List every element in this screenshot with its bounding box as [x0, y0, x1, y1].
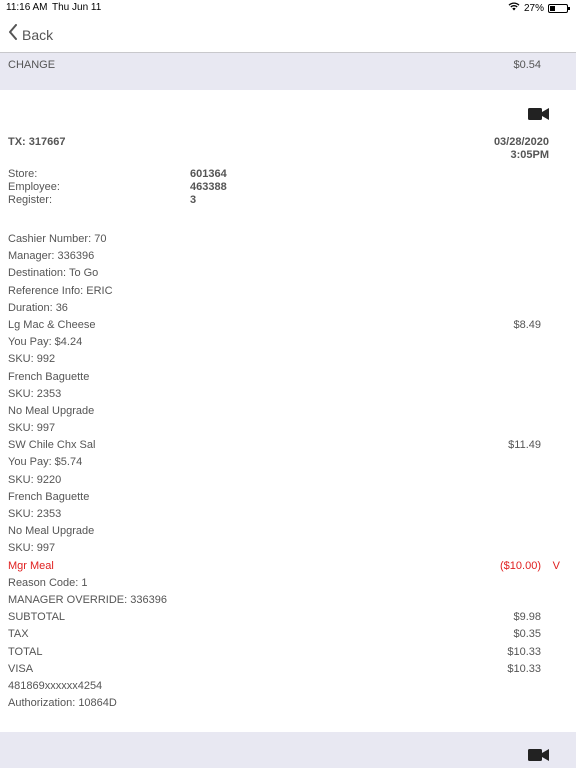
receipt-line-text: Mgr Meal: [8, 559, 54, 572]
receipt-line: Authorization: 10864D: [8, 697, 568, 714]
receipt-line-text: SKU: 997: [8, 422, 56, 435]
register-label: Register:: [8, 194, 53, 206]
receipt-line-text: MANAGER OVERRIDE: 336396: [8, 593, 167, 606]
receipt-line: You Pay: $4.24: [8, 336, 568, 353]
receipt-line-text: French Baguette: [8, 370, 90, 383]
next-transaction-band: [0, 732, 576, 768]
receipt-line-text: SW Chile Chx Sal: [8, 439, 96, 452]
receipt-line-text: Lg Mac & Cheese: [8, 318, 96, 331]
receipt-line: SKU: 997: [8, 542, 568, 559]
receipt-line-text: Destination: To Go: [8, 267, 99, 280]
employee-label: Employee:: [8, 181, 60, 193]
receipt-line-text: 481869xxxxxx4254: [8, 679, 103, 692]
receipt-line: SKU: 9220: [8, 474, 568, 491]
receipt-line-flag: V: [552, 559, 560, 572]
chevron-left-icon: [8, 24, 18, 45]
receipt-line-amount: ($10.00): [500, 559, 541, 572]
video-camera-icon[interactable]: [528, 748, 549, 767]
receipt-line-amount: $8.49: [513, 318, 541, 331]
receipt-line-text: Manager: 336396: [8, 250, 95, 263]
receipt-line: SKU: 2353: [8, 388, 568, 405]
receipt-line-text: SUBTOTAL: [8, 611, 66, 624]
receipt-line: No Meal Upgrade: [8, 525, 568, 542]
status-date: Thu Jun 11: [52, 2, 102, 13]
receipt-line-text: VISA: [8, 662, 34, 675]
receipt-line-amount: $0.35: [513, 628, 541, 641]
receipt-line-text: You Pay: $4.24: [8, 336, 83, 349]
receipt-line-text: TAX: [8, 628, 29, 641]
nav-bar: Back: [0, 16, 576, 53]
receipt-line-text: Reference Info: ERIC: [8, 284, 113, 297]
receipt-line: SKU: 992: [8, 353, 568, 370]
back-label: Back: [22, 26, 54, 43]
store-value: 601364: [190, 168, 227, 180]
receipt-line-amount: $11.49: [508, 439, 541, 452]
change-label: CHANGE: [8, 59, 56, 71]
receipt-line: Duration: 36: [8, 302, 568, 319]
receipt-line: French Baguette: [8, 491, 568, 508]
status-time: 11:16 AM: [6, 2, 48, 13]
receipt-line-text: Reason Code: 1: [8, 576, 88, 589]
receipt-line-text: French Baguette: [8, 490, 90, 503]
receipt-line: Destination: To Go: [8, 267, 568, 284]
receipt-line-text: SKU: 2353: [8, 387, 62, 400]
status-bar: 11:16 AM Thu Jun 11 27%: [0, 0, 576, 16]
receipt-line: MANAGER OVERRIDE: 336396: [8, 594, 568, 611]
receipt-line-text: No Meal Upgrade: [8, 404, 95, 417]
change-row: CHANGE $0.54: [0, 53, 576, 90]
receipt-line: 481869xxxxxx4254: [8, 680, 568, 697]
receipt-line: Reference Info: ERIC: [8, 285, 568, 302]
receipt-line-text: Duration: 36: [8, 301, 68, 314]
receipt-line: You Pay: $5.74: [8, 456, 568, 473]
receipt-line-text: No Meal Upgrade: [8, 525, 95, 538]
battery-icon: [548, 3, 570, 13]
receipt-line: SKU: 997: [8, 422, 568, 439]
store-label: Store:: [8, 168, 38, 180]
receipt-line: SUBTOTAL $9.98: [8, 611, 568, 628]
receipt-line-amount: $10.33: [507, 645, 541, 658]
register-value: 3: [190, 194, 197, 206]
receipt-line: SKU: 2353: [8, 508, 568, 525]
back-button[interactable]: Back: [8, 24, 53, 45]
transaction-time: 3:05PM: [510, 149, 549, 161]
receipt-line: Mgr Meal ($10.00) V: [8, 560, 568, 577]
receipt-line-text: TOTAL: [8, 645, 43, 658]
status-right: 27%: [508, 2, 570, 14]
receipt-line: SW Chile Chx Sal $11.49: [8, 439, 568, 456]
receipt-line: TOTAL $10.33: [8, 646, 568, 663]
transaction-id: TX: 317667: [8, 136, 66, 148]
wifi-icon: [508, 2, 520, 14]
change-value: $0.54: [513, 59, 541, 71]
receipt-line: Lg Mac & Cheese $8.49: [8, 319, 568, 336]
receipt-line-text: SKU: 9220: [8, 473, 62, 486]
receipt-line-text: Authorization: 10864D: [8, 697, 117, 710]
receipt-line-text: SKU: 997: [8, 542, 56, 555]
battery-percent: 27%: [523, 2, 544, 14]
receipt-line-text: SKU: 992: [8, 353, 56, 366]
receipt-line-text: You Pay: $5.74: [8, 456, 83, 469]
receipt-lines: Cashier Number: 70 Manager: 336396 Destina…: [8, 233, 568, 714]
transaction-date: 03/28/2020: [493, 136, 549, 148]
video-camera-icon[interactable]: [528, 107, 549, 126]
receipt-line: Reason Code: 1: [8, 577, 568, 594]
receipt-line: Cashier Number: 70: [8, 233, 568, 250]
receipt-line: TAX $0.35: [8, 628, 568, 645]
receipt-line-text: Cashier Number: 70: [8, 233, 107, 245]
receipt-line: Manager: 336396: [8, 250, 568, 267]
receipt-line: French Baguette: [8, 371, 568, 388]
employee-value: 463388: [190, 181, 227, 193]
receipt-line: No Meal Upgrade: [8, 405, 568, 422]
receipt-line-amount: $9.98: [513, 611, 541, 624]
receipt-line-text: SKU: 2353: [8, 508, 62, 520]
receipt-line: VISA $10.33: [8, 663, 568, 680]
receipt-line-amount: $10.33: [507, 662, 541, 675]
